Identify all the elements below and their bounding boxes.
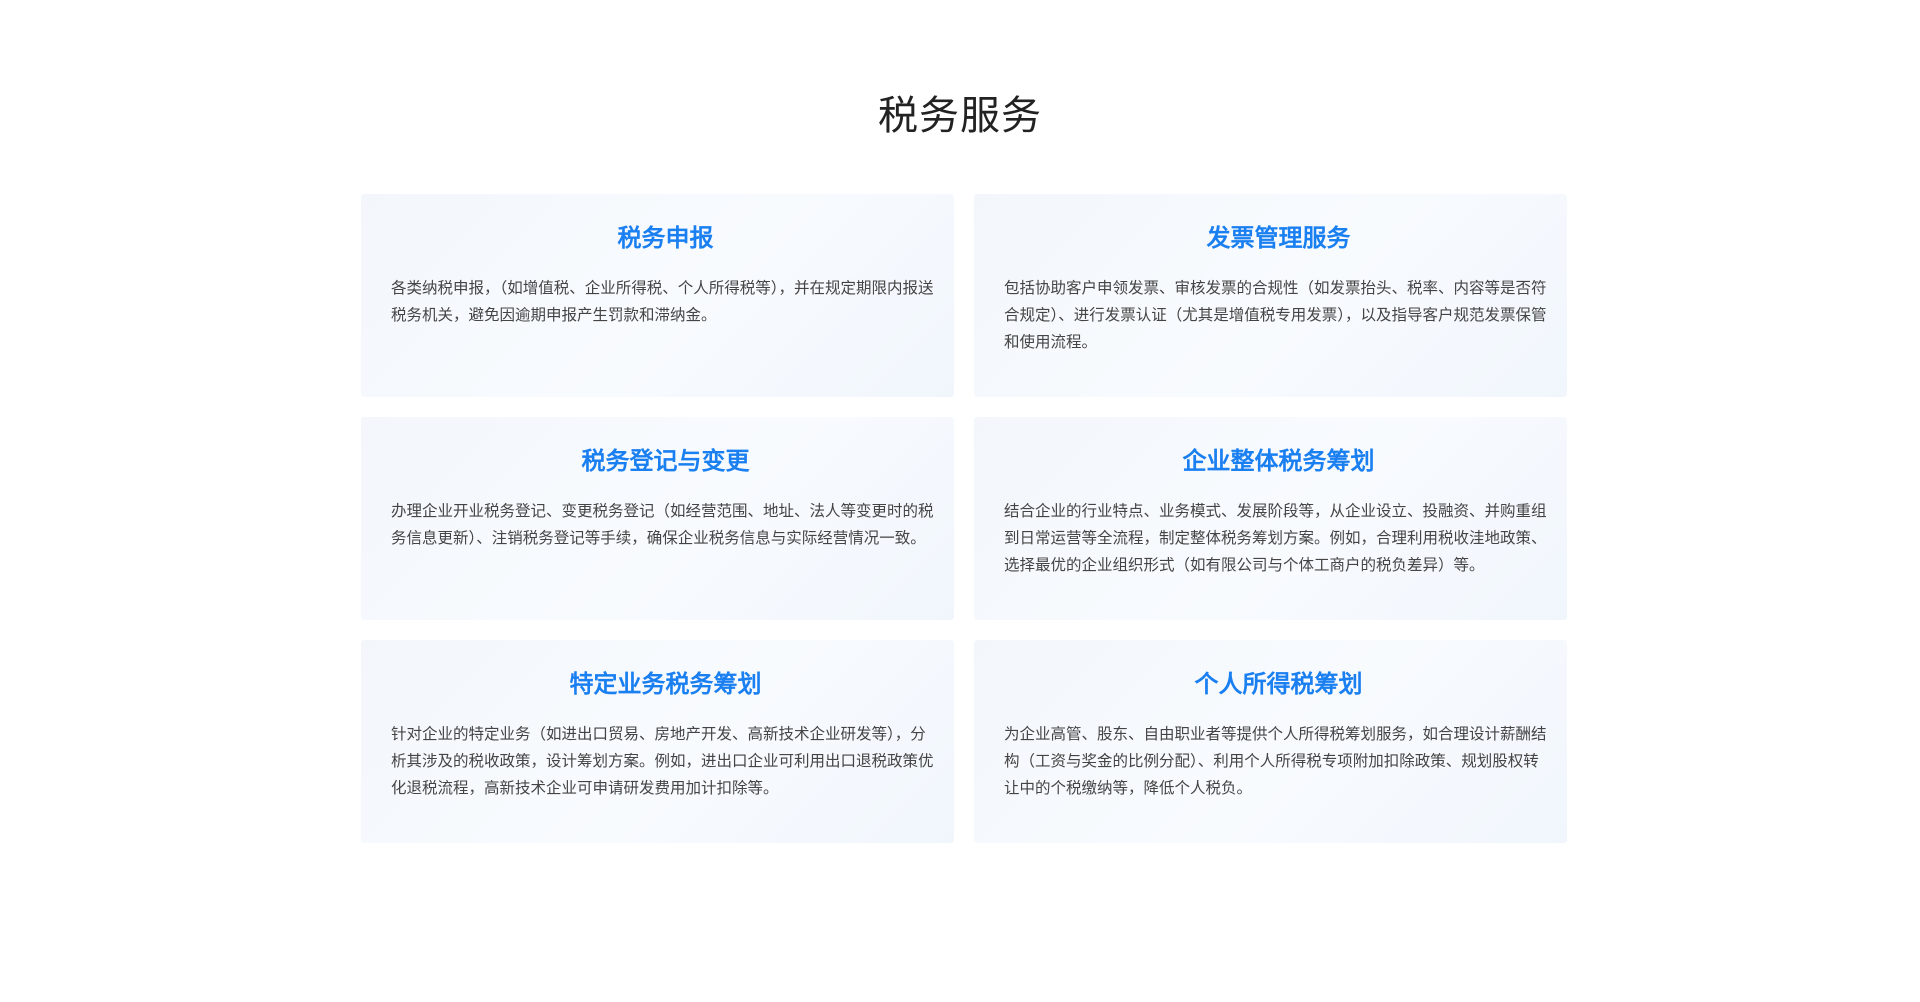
service-card-tax-filing[interactable]: 税务申报 各类纳税申报，（如增值税、企业所得税、个人所得税等），并在规定期限内报…: [361, 194, 954, 397]
service-card-tax-registration[interactable]: 税务登记与变更 办理企业开业税务登记、变更税务登记（如经营范围、地址、法人等变更…: [361, 417, 954, 620]
card-title: 个人所得税筹划: [1194, 670, 1363, 698]
service-card-personal-income-tax-planning[interactable]: 个人所得税筹划 为企业高管、股东、自由职业者等提供个人所得税筹划服务，如合理设计…: [974, 640, 1567, 843]
card-description: 结合企业的行业特点、业务模式、发展阶段等，从企业设立、投融资、并购重组到日常运营…: [1004, 502, 1547, 574]
card-title: 特定业务税务筹划: [569, 670, 762, 698]
card-title: 企业整体税务筹划: [1182, 447, 1375, 475]
card-description: 针对企业的特定业务（如进出口贸易、房地产开发、高新技术企业研发等），分析其涉及的…: [391, 725, 934, 797]
card-description: 为企业高管、股东、自由职业者等提供个人所得税筹划服务，如合理设计薪酬结构（工资与…: [1004, 725, 1547, 797]
page: 税务服务 税务申报 各类纳税申报，（如增值税、企业所得税、个人所得税等），并在规…: [0, 0, 1920, 1002]
service-card-enterprise-tax-planning[interactable]: 企业整体税务筹划 结合企业的行业特点、业务模式、发展阶段等，从企业设立、投融资、…: [974, 417, 1567, 620]
card-description: 各类纳税申报，（如增值税、企业所得税、个人所得税等），并在规定期限内报送税务机关…: [391, 279, 934, 324]
card-title: 税务登记与变更: [581, 447, 750, 475]
card-description: 办理企业开业税务登记、变更税务登记（如经营范围、地址、法人等变更时的税务信息更新…: [391, 502, 934, 547]
service-card-specific-business-planning[interactable]: 特定业务税务筹划 针对企业的特定业务（如进出口贸易、房地产开发、高新技术企业研发…: [361, 640, 954, 843]
section-title: 税务服务: [878, 93, 1042, 139]
service-card-invoice-management[interactable]: 发票管理服务 包括协助客户申领发票、审核发票的合规性（如发票抬头、税率、内容等是…: [974, 194, 1567, 397]
card-title: 发票管理服务: [1206, 224, 1351, 252]
card-title: 税务申报: [617, 224, 714, 252]
card-description: 包括协助客户申领发票、审核发票的合规性（如发票抬头、税率、内容等是否符合规定）、…: [1004, 279, 1547, 351]
services-grid: 税务申报 各类纳税申报，（如增值税、企业所得税、个人所得税等），并在规定期限内报…: [361, 194, 1567, 843]
